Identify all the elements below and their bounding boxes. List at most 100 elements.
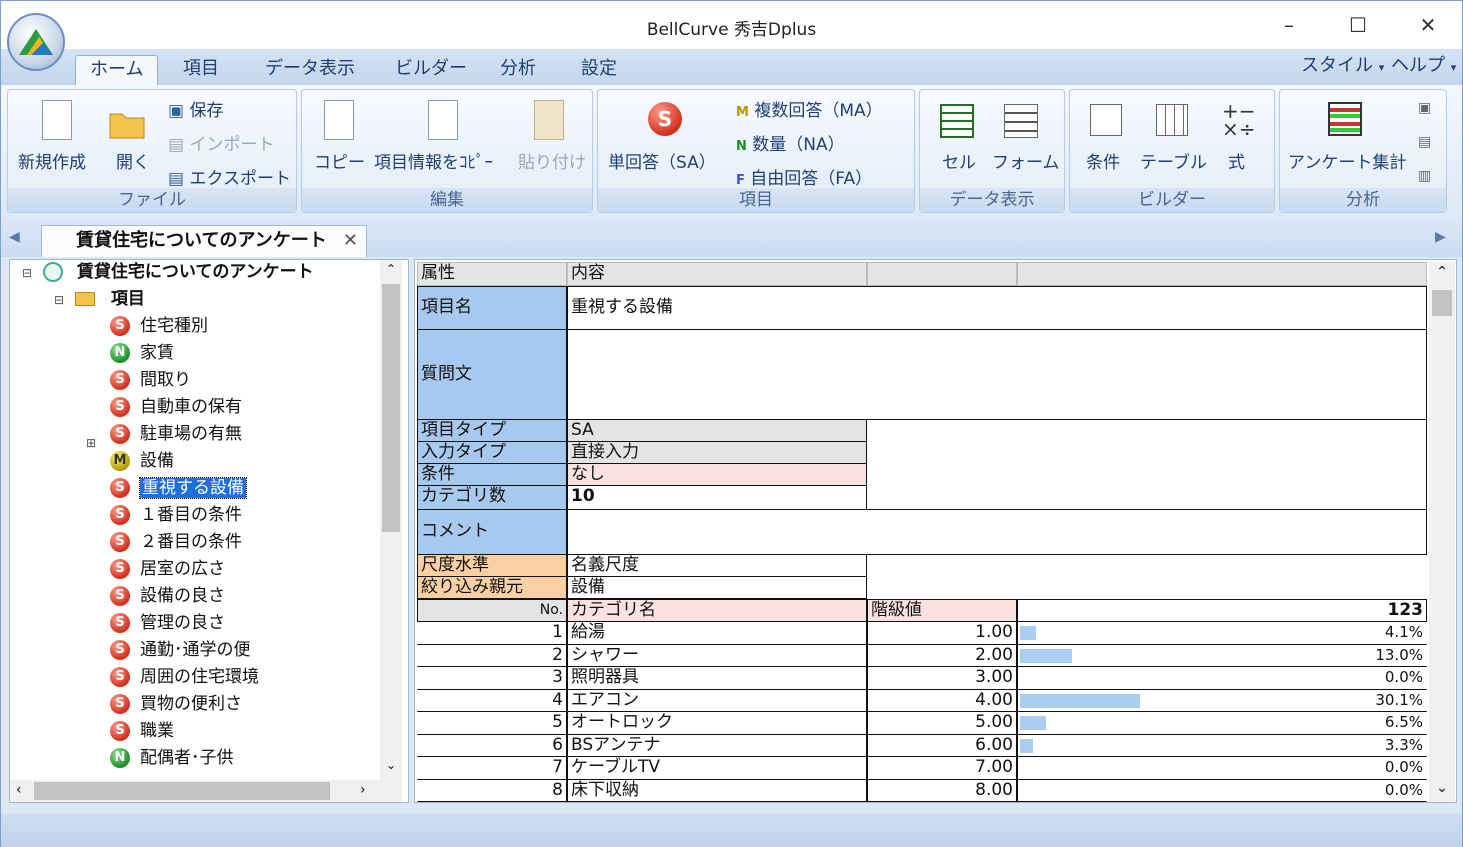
question-value[interactable] [567, 329, 1427, 420]
tab-settings[interactable]: 設定 [567, 55, 631, 85]
tree-item[interactable]: S 自動車の保有 [110, 395, 242, 419]
save-button[interactable]: ▣ 保存 [168, 96, 223, 121]
collapse-icon[interactable]: ⊟ [22, 266, 32, 280]
tree-item[interactable]: S 住宅種別 [110, 314, 208, 338]
cell-button[interactable]: セル [942, 148, 976, 173]
small-tool-icon[interactable]: ▣ [1418, 100, 1431, 116]
maximize-button[interactable]: ☐ [1338, 9, 1378, 41]
small-tool-icon[interactable]: ▥ [1418, 168, 1431, 184]
tab-analysis[interactable]: 分析 [486, 55, 550, 85]
tree-horizontal-scrollbar[interactable]: ‹ › [10, 780, 402, 802]
paste-button[interactable]: 貼り付け [518, 148, 586, 173]
import-button[interactable]: ▤ インポート [168, 130, 274, 155]
tree-item[interactable]: S 買物の便利さ [110, 692, 242, 716]
category-value[interactable]: 4.00 [867, 688, 1017, 712]
small-tool-icon[interactable]: ▤ [1418, 134, 1431, 150]
category-value[interactable]: 1.00 [867, 621, 1017, 645]
tab-data-view[interactable]: データ表示 [251, 55, 369, 85]
category-no: 5 [417, 711, 567, 735]
app-logo-icon[interactable] [7, 13, 65, 71]
document-tab[interactable]: 賃貸住宅についてのアンケート ✕ [41, 225, 367, 257]
survey-summary-button[interactable]: アンケート集計 [1288, 148, 1406, 173]
tree-item[interactable]: S 管理の良さ [110, 611, 225, 635]
help-menu[interactable]: ヘルプ ▾ [1391, 51, 1456, 83]
tree-item[interactable]: S 職業 [110, 719, 174, 743]
tree-root[interactable]: ⊟ 賃貸住宅についてのアンケート [22, 260, 314, 284]
category-value[interactable]: 8.00 [867, 778, 1017, 802]
category-name[interactable]: BSアンテナ [567, 733, 867, 757]
tree-item[interactable]: N 配偶者･子供 [110, 746, 234, 770]
input-type-value[interactable]: 直接入力 [567, 441, 867, 464]
comment-value[interactable] [567, 509, 1427, 555]
category-value[interactable]: 7.00 [867, 756, 1017, 780]
ma-button[interactable]: M 複数回答（MA） [736, 96, 883, 121]
tree-vertical-scrollbar[interactable]: ⌃ ⌄ [380, 260, 402, 780]
tree-root-label: 賃貸住宅についてのアンケート [76, 262, 314, 282]
tree-item[interactable]: S 間取り [110, 368, 191, 392]
category-value[interactable]: 3.00 [867, 666, 1017, 690]
new-button[interactable]: 新規作成 [18, 148, 86, 173]
formula-button[interactable]: 式 [1228, 148, 1245, 173]
tree-item[interactable]: S 通勤･通学の便 [110, 638, 251, 662]
scroll-right-icon[interactable]: › [360, 782, 366, 798]
sa-button[interactable]: 単回答（SA） [608, 148, 716, 173]
tree-item[interactable]: S 居室の広さ [110, 557, 225, 581]
tree-item[interactable]: S ２番目の条件 [110, 530, 242, 554]
collapse-icon[interactable]: ⊟ [54, 293, 64, 307]
copy-button[interactable]: コピー [314, 148, 365, 173]
tree-item[interactable]: M 設備 [110, 449, 174, 473]
ma-icon: M [736, 105, 749, 120]
category-name[interactable]: エアコン [567, 688, 867, 712]
tree-item[interactable]: S 駐車場の有無 [110, 422, 242, 446]
scroll-down-icon[interactable]: ⌄ [380, 758, 402, 772]
document-tab-label: 賃貸住宅についてのアンケート [76, 230, 327, 251]
close-icon[interactable]: ✕ [343, 226, 358, 256]
scroll-down-icon[interactable]: ⌄ [1429, 780, 1455, 796]
tree-item[interactable]: S 周囲の住宅環境 [110, 665, 259, 689]
category-name[interactable]: 照明器具 [567, 666, 867, 690]
tree-item[interactable]: N 家賃 [110, 341, 174, 365]
category-value[interactable]: 5.00 [867, 711, 1017, 735]
tree-scroll-thumb[interactable] [382, 284, 400, 532]
condition-button[interactable]: 条件 [1086, 148, 1120, 173]
tree-item[interactable]: S １番目の条件 [110, 503, 242, 527]
tree-item[interactable]: S 重視する設備 [110, 476, 247, 500]
detail-vertical-scrollbar[interactable]: ⌃ ⌄ [1429, 262, 1455, 802]
close-button[interactable]: ✕ [1408, 9, 1448, 41]
export-button[interactable]: ▤ エクスポート [168, 164, 291, 189]
na-button[interactable]: N 数量（NA） [736, 130, 845, 155]
category-value[interactable]: 6.00 [867, 733, 1017, 757]
scroll-up-icon[interactable]: ⌃ [1429, 264, 1455, 280]
category-name[interactable]: オートロック [567, 711, 867, 735]
detail-scroll-thumb[interactable] [1432, 290, 1452, 316]
scroll-up-icon[interactable]: ⌃ [380, 262, 402, 276]
tree-item[interactable]: S 設備の良さ [110, 584, 225, 608]
fa-button[interactable]: F 自由回答（FA） [736, 164, 872, 189]
tab-item[interactable]: 項目 [169, 55, 233, 85]
expand-icon[interactable]: ⊞ [86, 436, 96, 450]
category-name[interactable]: シャワー [567, 643, 867, 667]
category-name[interactable]: ケーブルTV [567, 756, 867, 780]
tree-item-label: 家賃 [140, 343, 174, 363]
scale-value[interactable]: 名義尺度 [567, 554, 867, 577]
category-value[interactable]: 2.00 [867, 643, 1017, 667]
table-button[interactable]: テーブル [1140, 148, 1207, 173]
copy-info-button[interactable]: 項目情報をｺﾋﾟｰ [374, 148, 493, 173]
tree-folder[interactable]: ⊟ 項目 [54, 287, 145, 311]
style-menu[interactable]: スタイル ▾ [1301, 51, 1384, 83]
open-button[interactable]: 開く [116, 148, 150, 173]
scroll-left-icon[interactable]: ‹ [16, 782, 22, 798]
filter-parent-value[interactable]: 設備 [567, 576, 867, 599]
scroll-right-icon[interactable]: ▶ [1435, 229, 1446, 245]
minimize-button[interactable]: – [1269, 9, 1309, 41]
scroll-left-icon[interactable]: ◀ [9, 229, 20, 245]
tree-hscroll-thumb[interactable] [34, 782, 330, 800]
tab-home[interactable]: ホーム [75, 55, 159, 85]
item-name-value[interactable]: 重視する設備 [567, 286, 1427, 330]
form-button[interactable]: フォーム [992, 148, 1060, 173]
category-name[interactable]: 床下収納 [567, 778, 867, 802]
category-name[interactable]: 給湯 [567, 621, 867, 645]
import-label: インポート [189, 135, 275, 155]
tab-builder[interactable]: ビルダー [381, 55, 481, 85]
condition-value[interactable]: なし [567, 463, 867, 486]
